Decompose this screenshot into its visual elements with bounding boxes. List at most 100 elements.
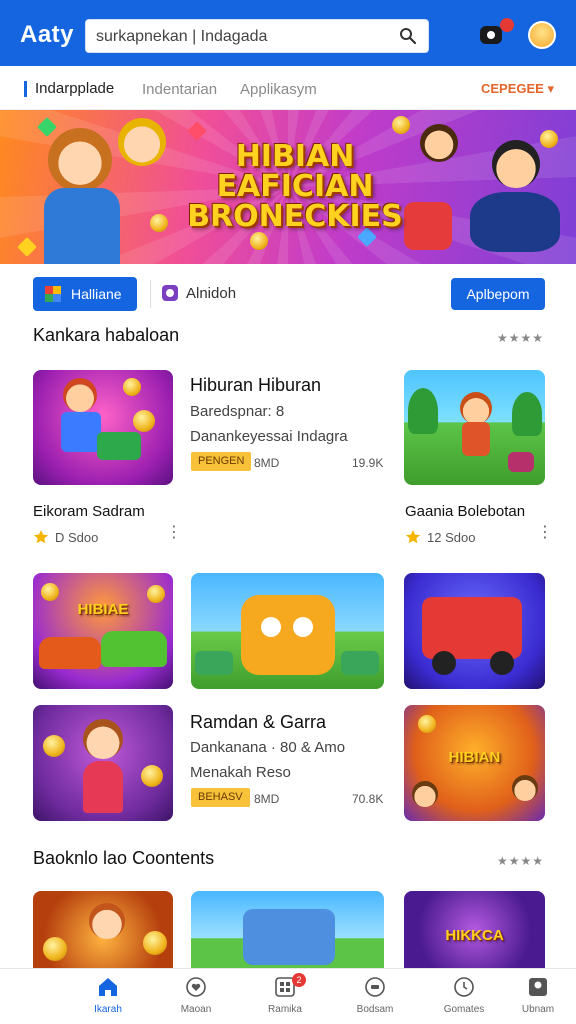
- card-name[interactable]: Gaania Bolebotan: [405, 503, 525, 520]
- coin-icon: [418, 715, 436, 733]
- profile-icon: [529, 978, 547, 996]
- download-count: 19.9K: [352, 456, 384, 470]
- nav-label: Ubnam: [521, 1004, 555, 1015]
- user-avatar[interactable]: [528, 21, 556, 49]
- character-body: [83, 761, 123, 813]
- clock-icon: [454, 977, 474, 997]
- category-tabs: Indarpplade Indentarian Applikasym CEPEG…: [0, 66, 576, 110]
- cartoon-truck: [241, 595, 335, 675]
- promo-banner[interactable]: HIBIAN EAFICIAN BRONECKIES: [0, 110, 576, 264]
- download-count: 70.8K: [352, 792, 384, 806]
- game-thumbnail[interactable]: [191, 891, 384, 969]
- more-tabs-label: CEPEGEE: [481, 81, 544, 96]
- game-thumbnail[interactable]: HIBIAE: [33, 573, 173, 689]
- game-thumbnail[interactable]: HIKKCA: [404, 891, 545, 969]
- search-input[interactable]: [96, 28, 386, 46]
- rating-text: 12 Sdoo: [427, 530, 476, 545]
- banner-dice: [404, 202, 452, 250]
- nav-gomates[interactable]: Gomates: [419, 975, 509, 1015]
- nav-label: Gomates: [443, 1004, 485, 1015]
- nav-bodsam[interactable]: Bodsam: [330, 975, 420, 1015]
- tab-applikasym[interactable]: Applikasym: [240, 81, 317, 98]
- file-size: 8MD: [254, 456, 280, 470]
- category-tag: BEHASV: [191, 788, 250, 807]
- game-thumbnail[interactable]: [33, 891, 173, 969]
- featured-line: Menakah Reso: [190, 764, 291, 781]
- star-icon: [405, 530, 421, 544]
- section-title: Kankara habaloan: [33, 325, 180, 345]
- category-tag: PENGEN: [191, 452, 252, 471]
- file-size: 8MD: [254, 792, 280, 806]
- section-more-link[interactable]: ★★★★: [497, 331, 544, 345]
- more-options-icon[interactable]: ⋮: [537, 525, 553, 541]
- game-thumbnail[interactable]: [404, 370, 545, 485]
- filter-secondary-label: Alnidoh: [186, 285, 237, 302]
- featured-title[interactable]: Hiburan Hiburan: [190, 375, 321, 396]
- character-body: [462, 422, 490, 456]
- nav-home[interactable]: Ikarah: [63, 975, 153, 1015]
- heart-icon: [186, 977, 206, 997]
- nav-badge: 2: [292, 973, 306, 987]
- cash-stack: [341, 651, 379, 675]
- more-tabs-link[interactable]: CEPEGEE ▾: [481, 81, 554, 97]
- game-thumbnail[interactable]: [404, 573, 545, 689]
- card-name[interactable]: Eikoram Sadram: [33, 503, 145, 520]
- nav-maoan[interactable]: Maoan: [151, 975, 241, 1015]
- top-app-bar: Aaty: [0, 0, 576, 66]
- banner-title: HIBIAN EAFICIAN BRONECKIES: [180, 142, 410, 232]
- truck-eye: [261, 617, 281, 637]
- character-head: [83, 719, 123, 759]
- coin-icon: [43, 937, 67, 961]
- featured-line: Baredspnar: 8: [190, 403, 285, 420]
- banner-boy-figure: [118, 118, 166, 166]
- cash-stack: [195, 651, 233, 675]
- tree: [408, 388, 438, 434]
- coin-icon: [141, 765, 163, 787]
- card-rating: 12 Sdoo: [405, 529, 475, 545]
- character-head: [63, 378, 97, 412]
- apply-button[interactable]: Aplbepom: [451, 278, 545, 310]
- filter-primary-label: Halliane: [71, 286, 122, 302]
- nav-label: Ikarah: [94, 1004, 122, 1015]
- filter-primary-button[interactable]: Halliane: [33, 277, 137, 311]
- rating-text: D Sdoo: [55, 530, 99, 545]
- coin-icon: [123, 378, 141, 396]
- cartoon-truck: [422, 597, 522, 659]
- featured-title[interactable]: Ramdan & Garra: [190, 712, 326, 733]
- character-head: [89, 903, 125, 939]
- home-icon: [99, 978, 117, 996]
- game-title-art: HIBIAE: [77, 601, 129, 618]
- treasure-chest: [508, 452, 534, 472]
- more-options-icon[interactable]: ⋮: [166, 525, 182, 541]
- race-car: [39, 637, 101, 669]
- filter-secondary-button[interactable]: Alnidoh: [162, 285, 236, 302]
- banner-coin: [540, 130, 558, 148]
- game-thumbnail[interactable]: [191, 573, 384, 689]
- coin-icon: [41, 583, 59, 601]
- featured-line: Danankeyessai Indagra: [190, 428, 348, 445]
- nav-label: Bodsam: [356, 1004, 394, 1015]
- filter-divider: [150, 280, 151, 308]
- race-car: [101, 631, 167, 667]
- notification-badge: [500, 18, 514, 32]
- coin-icon: [43, 735, 65, 757]
- tab-indentarian[interactable]: Indentarian: [142, 81, 217, 98]
- game-thumbnail[interactable]: HIBIAN: [404, 705, 545, 821]
- search-bar[interactable]: [85, 19, 429, 53]
- game-thumbnail[interactable]: [33, 370, 173, 485]
- game-thumbnail[interactable]: [33, 705, 173, 821]
- section-more-link[interactable]: ★★★★: [497, 854, 544, 868]
- nav-ubnam[interactable]: Ubnam: [500, 975, 576, 1015]
- ticket-icon: [365, 977, 385, 997]
- truck-eye: [293, 617, 313, 637]
- tab-indarpplade[interactable]: Indarpplade: [24, 81, 114, 97]
- nav-ramika[interactable]: 2 Ramika: [240, 973, 330, 1015]
- coin-icon: [147, 585, 165, 603]
- bottom-navigation: Ikarah Maoan 2 Ramika Bodsam Gomates Ubn…: [0, 968, 576, 1024]
- clear-search-icon[interactable]: [398, 26, 418, 46]
- character-head: [512, 775, 538, 801]
- character-body: [61, 412, 101, 452]
- app-logo[interactable]: Aaty: [20, 21, 74, 49]
- character-head: [412, 781, 438, 807]
- colorful-grid-icon: [45, 286, 61, 302]
